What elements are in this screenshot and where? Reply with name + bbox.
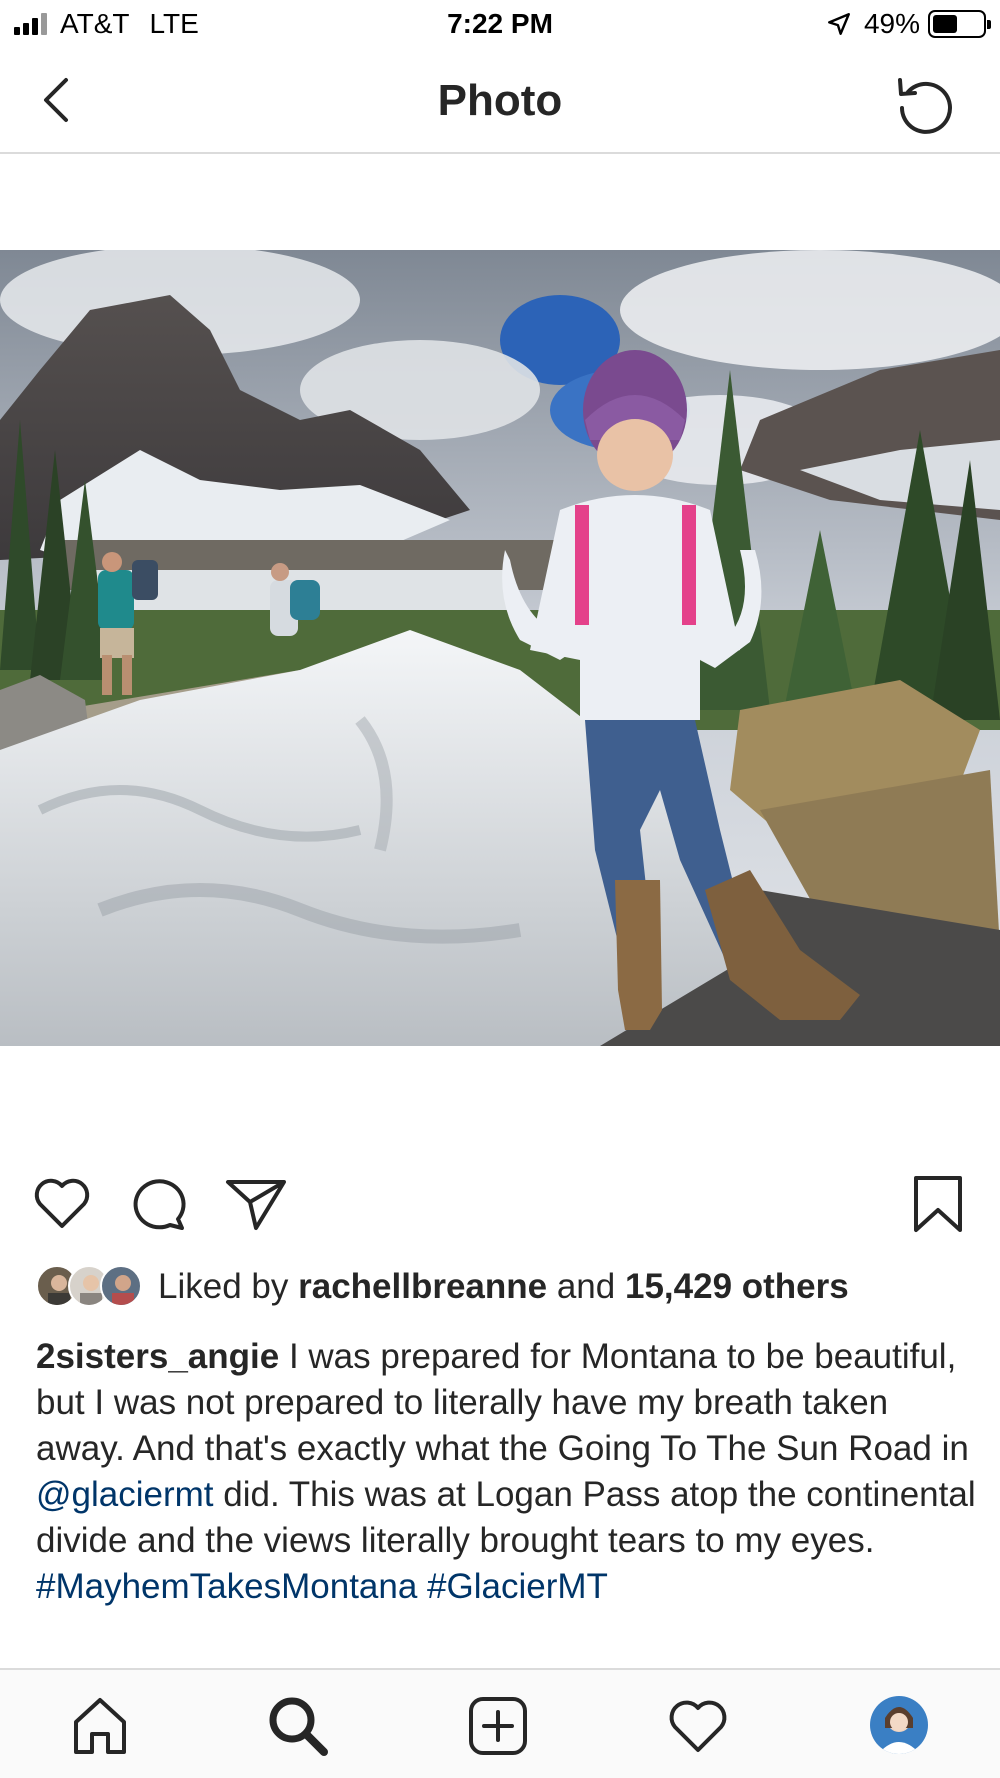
tab-search[interactable] bbox=[266, 1694, 330, 1758]
post-action-row bbox=[0, 1172, 1000, 1238]
nav-header: Photo bbox=[0, 50, 1000, 154]
caption-hashtag[interactable]: #GlacierMT bbox=[427, 1567, 608, 1606]
liked-by-user[interactable]: rachellbreanne bbox=[298, 1267, 547, 1307]
caption-mention[interactable]: @glaciermt bbox=[36, 1475, 214, 1514]
status-bar: AT&T LTE 7:22 PM 49% bbox=[0, 0, 1000, 50]
refresh-button[interactable] bbox=[894, 72, 956, 134]
liker-avatars bbox=[36, 1265, 144, 1309]
share-button[interactable] bbox=[224, 1172, 288, 1236]
send-icon bbox=[226, 1180, 286, 1230]
likes-prefix: Liked by bbox=[158, 1267, 289, 1306]
post-photo-illustration bbox=[0, 250, 1000, 1046]
battery-icon bbox=[928, 10, 991, 38]
add-post-icon bbox=[469, 1697, 527, 1755]
activity-heart-icon bbox=[669, 1700, 727, 1752]
save-button[interactable] bbox=[906, 1172, 970, 1236]
refresh-icon bbox=[898, 78, 952, 134]
like-button[interactable] bbox=[30, 1172, 94, 1236]
battery-fill bbox=[933, 15, 957, 33]
caption-hashtag[interactable]: #MayhemTakesMontana bbox=[36, 1567, 417, 1606]
profile-avatar bbox=[870, 1696, 928, 1754]
caption-username[interactable]: 2sisters_angie bbox=[36, 1337, 279, 1376]
tab-new-post[interactable] bbox=[466, 1694, 530, 1758]
tab-profile[interactable] bbox=[870, 1696, 928, 1754]
likes-conjunction: and bbox=[556, 1267, 616, 1306]
tab-home[interactable] bbox=[68, 1694, 132, 1758]
liker-avatar bbox=[100, 1265, 142, 1307]
bottom-tab-bar bbox=[0, 1668, 1000, 1778]
search-icon bbox=[269, 1697, 328, 1756]
status-right: 49% bbox=[826, 8, 991, 40]
tab-activity[interactable] bbox=[666, 1694, 730, 1758]
page-title: Photo bbox=[437, 76, 563, 125]
bookmark-icon bbox=[914, 1176, 962, 1232]
location-arrow-icon bbox=[828, 13, 850, 35]
battery-percent: 49% bbox=[863, 8, 920, 39]
heart-icon bbox=[34, 1178, 90, 1228]
home-icon bbox=[74, 1698, 126, 1754]
likes-count[interactable]: 15,429 others bbox=[625, 1267, 849, 1307]
likes-summary[interactable]: Liked by rachellbreanne and 15,429 other… bbox=[36, 1262, 849, 1312]
post-caption: 2sisters_angie I was prepared for Montan… bbox=[36, 1334, 976, 1610]
post-photo[interactable] bbox=[0, 250, 1000, 1046]
comment-button[interactable] bbox=[128, 1172, 192, 1236]
comment-icon bbox=[133, 1179, 186, 1230]
